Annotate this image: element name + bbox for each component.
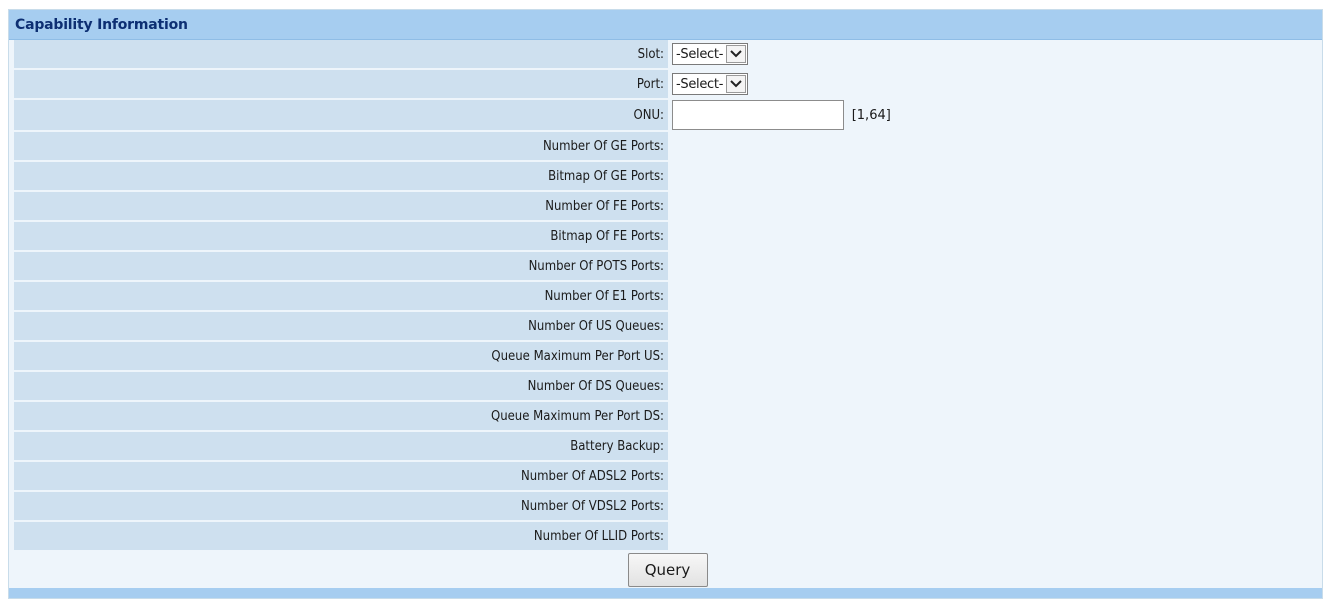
field-row: Queue Maximum Per Port US: — [14, 341, 1315, 372]
field-value — [668, 131, 1315, 162]
field-row: Number Of US Queues: — [14, 311, 1315, 342]
field-label: Bitmap Of FE Ports: — [14, 221, 668, 252]
field-label: Number Of DS Queues: — [14, 371, 668, 402]
port-select[interactable]: -Select- — [672, 73, 749, 95]
slot-value-cell: -Select- — [668, 40, 1315, 70]
field-label: Number Of E1 Ports: — [14, 281, 668, 312]
field-value — [668, 311, 1315, 342]
field-value — [668, 401, 1315, 432]
field-value — [668, 251, 1315, 282]
field-row: Number Of DS Queues: — [14, 371, 1315, 402]
field-value — [668, 491, 1315, 522]
field-value — [668, 371, 1315, 402]
field-value — [668, 341, 1315, 372]
field-row: Number Of VDSL2 Ports: — [14, 491, 1315, 522]
port-select-value: -Select- — [676, 76, 724, 92]
onu-input[interactable] — [672, 100, 844, 130]
panel-footer — [9, 588, 1322, 598]
port-row: Port: -Select- — [14, 69, 1315, 100]
field-label: Number Of LLID Ports: — [14, 521, 668, 552]
onu-range-hint: [1,64] — [851, 107, 891, 123]
field-label: Battery Backup: — [14, 431, 668, 462]
field-label: Number Of ADSL2 Ports: — [14, 461, 668, 492]
field-label: Number Of FE Ports: — [14, 191, 668, 222]
field-value — [668, 461, 1315, 492]
slot-select-value: -Select- — [676, 46, 724, 62]
panel-title: Capability Information — [15, 16, 188, 33]
field-value — [668, 191, 1315, 222]
capability-form: Slot: -Select- Port: -Select- ONU: [1,64… — [14, 40, 1315, 552]
onu-row: ONU: [1,64] — [14, 99, 1315, 132]
button-row: Query — [9, 552, 1322, 588]
field-label: Number Of US Queues: — [14, 311, 668, 342]
field-label: Bitmap Of GE Ports: — [14, 161, 668, 192]
slot-select[interactable]: -Select- — [672, 43, 749, 65]
field-value — [668, 431, 1315, 462]
field-label: Number Of GE Ports: — [14, 131, 668, 162]
field-row: Number Of LLID Ports: — [14, 521, 1315, 552]
onu-value-cell: [1,64] — [668, 99, 1315, 132]
port-value-cell: -Select- — [668, 69, 1315, 100]
field-value — [668, 221, 1315, 252]
onu-label: ONU: — [14, 99, 668, 132]
field-row: Queue Maximum Per Port DS: — [14, 401, 1315, 432]
port-label: Port: — [14, 69, 668, 100]
field-value — [668, 521, 1315, 552]
field-row: Bitmap Of FE Ports: — [14, 221, 1315, 252]
field-label: Number Of POTS Ports: — [14, 251, 668, 282]
field-value — [668, 281, 1315, 312]
field-value — [668, 161, 1315, 192]
panel-header: Capability Information — [9, 10, 1322, 40]
field-label: Queue Maximum Per Port DS: — [14, 401, 668, 432]
chevron-down-icon[interactable] — [726, 45, 747, 63]
field-label: Number Of VDSL2 Ports: — [14, 491, 668, 522]
field-row: Number Of FE Ports: — [14, 191, 1315, 222]
chevron-down-icon[interactable] — [726, 75, 747, 93]
capability-information-panel: Capability Information Slot: -Select- Po… — [8, 9, 1323, 599]
field-row: Number Of POTS Ports: — [14, 251, 1315, 282]
field-row: Bitmap Of GE Ports: — [14, 161, 1315, 192]
field-row: Number Of ADSL2 Ports: — [14, 461, 1315, 492]
field-row: Number Of E1 Ports: — [14, 281, 1315, 312]
field-label: Queue Maximum Per Port US: — [14, 341, 668, 372]
field-row: Number Of GE Ports: — [14, 131, 1315, 162]
slot-row: Slot: -Select- — [14, 40, 1315, 70]
query-button[interactable]: Query — [627, 553, 708, 587]
field-row: Battery Backup: — [14, 431, 1315, 462]
slot-label: Slot: — [14, 40, 668, 70]
